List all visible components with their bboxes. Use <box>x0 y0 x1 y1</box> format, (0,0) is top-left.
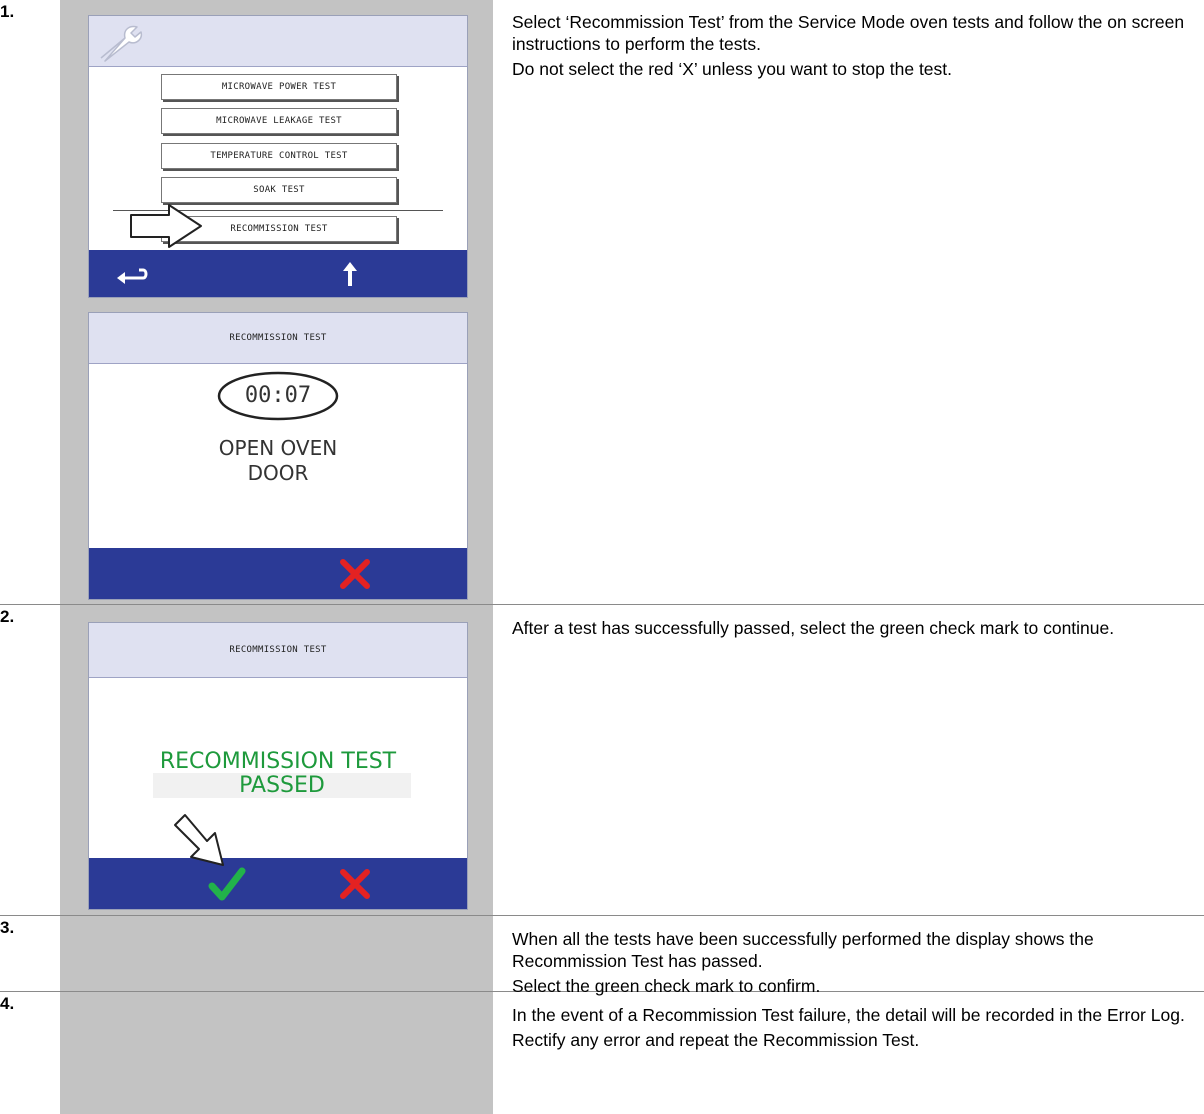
red-x-icon[interactable] <box>339 868 371 905</box>
step-paragraph: Select ‘Recommission Test’ from the Serv… <box>512 12 1185 54</box>
screen-title: RECOMMISSION TEST <box>229 645 327 655</box>
wrench-icon <box>95 22 155 67</box>
step-paragraph: Select the green check mark to confirm. <box>512 976 821 996</box>
microwave-power-test-button[interactable]: MICROWAVE POWER TEST <box>161 74 397 100</box>
screen-header: RECOMMISSION TEST <box>89 623 467 678</box>
result-line-2: PASSED <box>153 773 411 798</box>
recommission-passed-screen: RECOMMISSION TEST RECOMMISSION TEST PASS… <box>88 622 468 910</box>
up-arrow-icon[interactable] <box>342 260 358 293</box>
back-arrow-icon[interactable] <box>115 264 149 291</box>
screen-footer <box>89 858 467 909</box>
microwave-leakage-test-button[interactable]: MICROWAVE LEAKAGE TEST <box>161 108 397 134</box>
image-panel-4 <box>60 992 493 1114</box>
screen-footer <box>89 250 467 297</box>
step-paragraph: Rectify any error and repeat the Recommi… <box>512 1030 920 1050</box>
instruction-line-2: DOOR <box>247 461 309 485</box>
soak-test-button[interactable]: SOAK TEST <box>161 177 397 203</box>
step-paragraph: In the event of a Recommission Test fail… <box>512 1005 1185 1025</box>
step-number: 3. <box>0 918 15 937</box>
step-paragraph: When all the tests have been successfull… <box>512 929 1094 971</box>
screen-header: RECOMMISSION TEST <box>89 313 467 364</box>
step-number: 2. <box>0 607 15 626</box>
instruction-line-1: OPEN OVEN <box>218 436 338 460</box>
step-3-text: When all the tests have been successfull… <box>512 928 1202 1000</box>
step-paragraph: After a test has successfully passed, se… <box>512 618 1115 638</box>
result-line-1: RECOMMISSION TEST <box>159 749 397 774</box>
pointer-arrow-icon <box>173 813 233 878</box>
red-x-icon[interactable] <box>339 558 371 595</box>
screen-footer <box>89 548 467 599</box>
step-1-text: Select ‘Recommission Test’ from the Serv… <box>512 11 1202 83</box>
image-panel-3 <box>60 916 493 991</box>
recommission-running-screen: RECOMMISSION TEST 00:07 OPEN OVEN DOOR <box>88 312 468 600</box>
service-menu-screen: MICROWAVE POWER TEST MICROWAVE LEAKAGE T… <box>88 15 468 298</box>
step-number: 1. <box>0 2 15 21</box>
temperature-control-test-button[interactable]: TEMPERATURE CONTROL TEST <box>161 143 397 169</box>
pointer-arrow-icon <box>129 203 205 254</box>
screen-title: RECOMMISSION TEST <box>229 333 327 343</box>
step-number: 4. <box>0 994 15 1013</box>
countdown-timer: 00:07 <box>244 383 312 408</box>
step-2-text: After a test has successfully passed, se… <box>512 617 1202 642</box>
step-paragraph: Do not select the red ‘X’ unless you wan… <box>512 59 953 79</box>
screen-header <box>89 16 467 67</box>
step-4-text: In the event of a Recommission Test fail… <box>512 1004 1202 1054</box>
